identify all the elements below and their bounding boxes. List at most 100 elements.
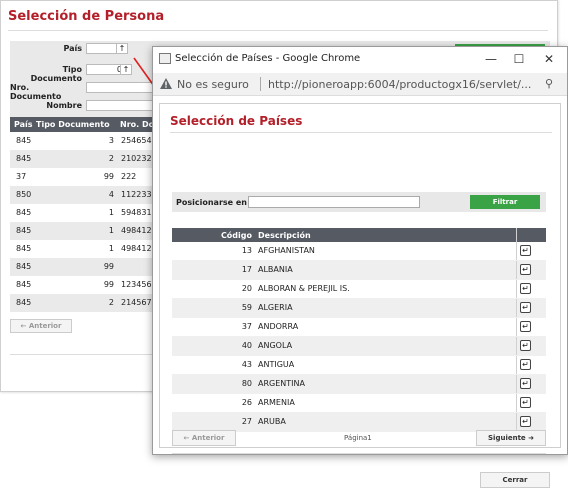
nombre-label: Nombre: [46, 101, 82, 110]
select-country-icon[interactable]: ↵: [520, 340, 531, 351]
country-row[interactable]: 43 ANTIGUA ↵: [172, 356, 546, 375]
cell-tipo-documento: 2: [108, 154, 114, 163]
cell-nro-documento: 254654: [121, 136, 152, 145]
column-divider: [516, 337, 517, 355]
cell-pais: 845: [16, 226, 32, 235]
column-divider: [516, 375, 517, 393]
search-bar: Posicionarse en Filtrar: [172, 192, 546, 212]
column-divider: [516, 228, 517, 242]
select-country-icon[interactable]: ↵: [520, 302, 531, 313]
next-page-button[interactable]: Siguiente ➜: [476, 430, 546, 446]
country-description: ANGOLA: [258, 341, 293, 350]
minimize-button[interactable]: —: [481, 51, 501, 67]
cell-nro-documento: 210232: [121, 154, 152, 163]
zoom-icon[interactable]: ⚲: [545, 77, 553, 90]
country-description: AFGHANISTAN: [258, 246, 315, 255]
country-table-body: 13 AFGHANISTAN ↵ 17 ALBANIA ↵ 20 ALBORAN & PERE…: [172, 242, 546, 432]
previous-page-button[interactable]: ← Anterior: [172, 430, 236, 446]
country-code: 13: [241, 246, 252, 255]
column-header-code: Código: [220, 231, 252, 240]
cell-pais: 37: [16, 172, 27, 181]
search-input[interactable]: [248, 196, 420, 208]
cell-tipo-documento: 1: [108, 244, 114, 253]
country-code: 37: [241, 322, 252, 331]
cell-pais: 845: [16, 298, 32, 307]
select-country-icon[interactable]: ↵: [520, 378, 531, 389]
select-country-icon[interactable]: ↵: [520, 283, 531, 294]
country-selection-window: Selección de Países - Google Chrome — ☐ …: [152, 46, 568, 488]
country-row[interactable]: 80 ARGENTINA ↵: [172, 375, 546, 394]
address-bar[interactable]: No es seguro http://pioneroapp:6004/prod…: [153, 73, 567, 96]
cell-nro-documento: 123456: [121, 280, 152, 289]
previous-page-button[interactable]: ← Anterior: [10, 319, 72, 333]
url-text[interactable]: http://pioneroapp:6004/productogx16/serv…: [268, 78, 531, 91]
cell-pais: 845: [16, 208, 32, 217]
popup-title: Selección de Países: [170, 114, 303, 128]
country-row[interactable]: 20 ALBORAN & PEREJIL IS. ↵: [172, 280, 546, 299]
country-row[interactable]: 26 ARMENIA ↵: [172, 394, 546, 413]
country-table-header: Código Descripción: [172, 228, 546, 242]
country-description: ARMENIA: [258, 398, 295, 407]
country-code: 80: [241, 379, 252, 388]
cell-tipo-documento: 1: [108, 226, 114, 235]
country-code: 40: [241, 341, 252, 350]
cell-nro-documento: 498412: [121, 226, 152, 235]
cell-tipo-documento: 99: [103, 262, 114, 271]
filter-button[interactable]: Filtrar: [470, 195, 540, 209]
column-divider: [516, 394, 517, 412]
tipo-documento-label: Tipo Documento: [30, 65, 82, 83]
select-country-icon[interactable]: ↵: [520, 264, 531, 275]
cell-tipo-documento: 2: [108, 298, 114, 307]
country-row[interactable]: 40 ANGOLA ↵: [172, 337, 546, 356]
country-code: 17: [241, 265, 252, 274]
select-country-icon[interactable]: ↵: [520, 245, 531, 256]
country-description: ANDORRA: [258, 322, 299, 331]
pagination: ← Anterior Página1 Siguiente ➜: [172, 430, 546, 448]
page-title: Selección de Persona: [8, 9, 165, 24]
pais-select-button[interactable]: ↑: [116, 43, 128, 54]
cell-tipo-documento: 3: [108, 136, 114, 145]
close-button[interactable]: Cerrar: [480, 472, 550, 488]
select-country-icon[interactable]: ↵: [520, 397, 531, 408]
column-divider: [516, 280, 517, 298]
cell-nro-documento: 222: [121, 172, 137, 181]
cell-tipo-documento: 1: [108, 208, 114, 217]
maximize-button[interactable]: ☐: [509, 51, 529, 67]
cell-nro-documento: 594831: [121, 208, 152, 217]
title-divider: [8, 30, 548, 31]
column-header-pais: País: [14, 120, 33, 129]
select-country-icon[interactable]: ↵: [520, 359, 531, 370]
country-code: 27: [241, 417, 252, 426]
cell-nro-documento: 498412: [121, 244, 152, 253]
cell-pais: 845: [16, 262, 32, 271]
close-window-button[interactable]: ✕: [539, 51, 559, 67]
cell-pais: 845: [16, 244, 32, 253]
warning-icon: [160, 78, 172, 89]
up-arrow-icon: ↑: [118, 44, 126, 53]
select-country-icon[interactable]: ↵: [520, 416, 531, 427]
cell-tipo-documento: 99: [103, 172, 114, 181]
cell-tipo-documento: 4: [108, 190, 114, 199]
window-title: Selección de Países - Google Chrome: [175, 53, 361, 64]
cell-nro-documento: 112233: [121, 190, 152, 199]
page-indicator: Página1: [344, 434, 372, 442]
country-row[interactable]: 13 AFGHANISTAN ↵: [172, 242, 546, 261]
country-row[interactable]: 17 ALBANIA ↵: [172, 261, 546, 280]
cell-tipo-documento: 99: [103, 280, 114, 289]
country-code: 59: [241, 303, 252, 312]
cell-pais: 845: [16, 280, 32, 289]
country-description: ANTIGUA: [258, 360, 295, 369]
country-table: Código Descripción 13 AFGHANISTAN ↵ 17 ALBAN…: [172, 228, 546, 432]
window-titlebar[interactable]: Selección de Países - Google Chrome — ☐ …: [153, 47, 567, 71]
country-description: ALBORAN & PEREJIL IS.: [258, 284, 350, 293]
country-row[interactable]: 37 ANDORRA ↵: [172, 318, 546, 337]
country-description: ALGERIA: [258, 303, 293, 312]
select-country-icon[interactable]: ↵: [520, 321, 531, 332]
column-header-description: Descripción: [258, 231, 311, 240]
nro-documento-label: Nro. Documento: [10, 83, 62, 101]
pais-label: País: [63, 44, 82, 53]
country-row[interactable]: 59 ALGERIA ↵: [172, 299, 546, 318]
column-divider: [516, 356, 517, 374]
column-divider: [516, 299, 517, 317]
country-code: 26: [241, 398, 252, 407]
